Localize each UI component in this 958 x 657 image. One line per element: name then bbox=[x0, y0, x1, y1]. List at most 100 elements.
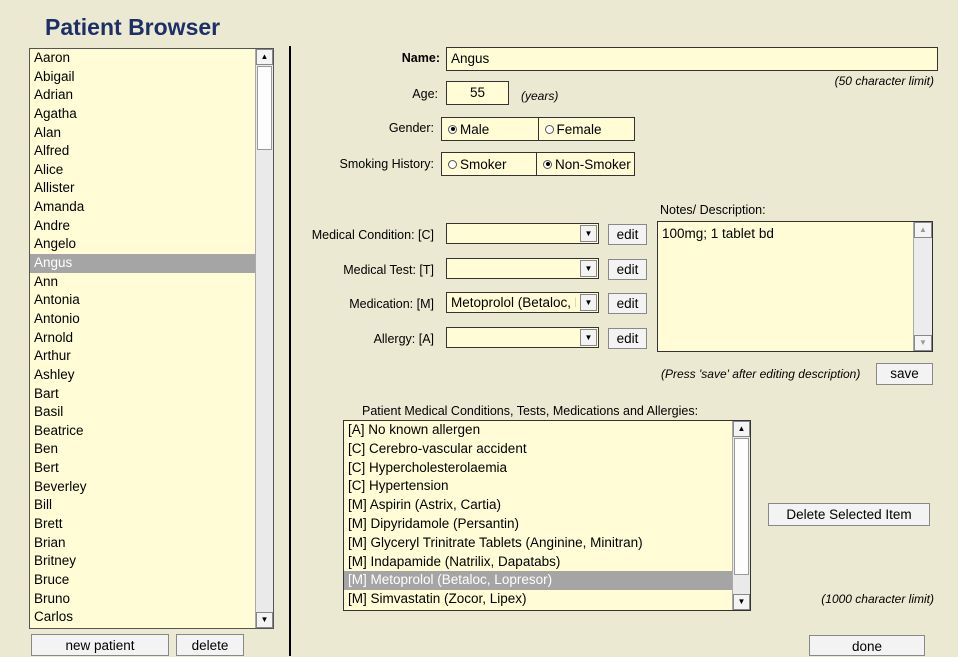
allergy-edit-button[interactable]: edit bbox=[608, 328, 647, 349]
patient-item-row[interactable]: [M] Dipyridamole (Persantin) bbox=[344, 515, 732, 534]
age-unit: (years) bbox=[521, 89, 559, 103]
gender-radio-group[interactable]: Male Female bbox=[441, 117, 635, 141]
patient-list-item[interactable]: Abigail bbox=[30, 68, 255, 87]
patient-list-item[interactable]: Andre bbox=[30, 217, 255, 236]
scroll-thumb[interactable] bbox=[257, 66, 272, 150]
scroll-thumb[interactable] bbox=[734, 438, 749, 575]
patient-item-row[interactable]: [C] Cerebro-vascular accident bbox=[344, 440, 732, 459]
patient-list-item[interactable]: Ann bbox=[30, 273, 255, 292]
page-title: Patient Browser bbox=[45, 14, 221, 40]
scroll-down-arrow-icon[interactable]: ▼ bbox=[256, 612, 273, 628]
patient-list-item[interactable]: Amanda bbox=[30, 198, 255, 217]
patient-list-item[interactable]: Basil bbox=[30, 403, 255, 422]
test-dropdown[interactable]: ▼ bbox=[446, 258, 599, 279]
patient-list-item[interactable]: Alfred bbox=[30, 142, 255, 161]
medication-edit-button[interactable]: edit bbox=[608, 293, 647, 314]
scroll-up-arrow-icon[interactable]: ▲ bbox=[256, 49, 273, 65]
items-list-scrollbar[interactable]: ▲ ▼ bbox=[732, 421, 750, 610]
patient-list-item[interactable]: Bruno bbox=[30, 590, 255, 609]
patient-list-item[interactable]: Brian bbox=[30, 534, 255, 553]
condition-edit-button[interactable]: edit bbox=[608, 224, 647, 245]
done-button[interactable]: done bbox=[809, 635, 925, 656]
patient-items-list[interactable]: [A] No known allergen [C] Cerebro-vascula… bbox=[343, 420, 751, 611]
panel-divider bbox=[289, 46, 291, 656]
save-button[interactable]: save bbox=[876, 363, 933, 385]
patient-item-row[interactable]: [C] Hypertension bbox=[344, 477, 732, 496]
allergy-label: Allergy: [A] bbox=[373, 332, 434, 346]
chevron-down-icon[interactable]: ▼ bbox=[580, 329, 597, 346]
scroll-down-arrow-icon[interactable]: ▼ bbox=[733, 594, 750, 610]
patient-list-item[interactable]: Arnold bbox=[30, 329, 255, 348]
medication-value: Metoprolol (Betaloc, Lopresor) bbox=[451, 295, 576, 310]
notes-scrollbar[interactable]: ▲ ▼ bbox=[913, 222, 932, 351]
age-value: 55 bbox=[469, 85, 486, 100]
patient-list-item[interactable]: Beatrice bbox=[30, 422, 255, 441]
patient-list-item[interactable]: Alan bbox=[30, 124, 255, 143]
patient-item-row[interactable]: [M] Glyceryl Trinitrate Tablets (Anginin… bbox=[344, 534, 732, 553]
patient-list-item[interactable]: Bart bbox=[30, 385, 255, 404]
patient-list-item[interactable]: Brett bbox=[30, 515, 255, 534]
gender-label: Gender: bbox=[388, 121, 434, 135]
new-patient-button[interactable]: new patient bbox=[31, 634, 169, 656]
patient-list-item[interactable]: Angus bbox=[30, 254, 255, 273]
gender-male-label: Male bbox=[460, 121, 490, 137]
radio-unselected-icon bbox=[544, 124, 554, 134]
allergy-dropdown[interactable]: ▼ bbox=[446, 327, 599, 348]
chevron-down-icon[interactable]: ▼ bbox=[580, 260, 597, 277]
patient-item-row[interactable]: [M] Metoprolol (Betaloc, Lopresor) bbox=[344, 571, 732, 591]
patient-list-item[interactable]: Aaron bbox=[30, 49, 255, 68]
gender-male-option[interactable]: Male bbox=[442, 118, 538, 140]
chevron-down-icon[interactable]: ▼ bbox=[580, 225, 597, 242]
patient-list-item[interactable]: Britney bbox=[30, 552, 255, 571]
patient-list-item[interactable]: Bill bbox=[30, 496, 255, 515]
patient-list-item[interactable]: Alice bbox=[30, 161, 255, 180]
age-field[interactable]: 55 bbox=[446, 81, 509, 105]
patient-list-item[interactable]: Adrian bbox=[30, 86, 255, 105]
patient-list-item[interactable]: Arthur bbox=[30, 347, 255, 366]
chevron-down-icon[interactable]: ▼ bbox=[580, 294, 597, 311]
delete-selected-item-button[interactable]: Delete Selected Item bbox=[768, 503, 930, 526]
patient-item-row[interactable]: [C] Hypercholesterolaemia bbox=[344, 459, 732, 478]
patient-list-item[interactable]: Ben bbox=[30, 440, 255, 459]
name-field[interactable]: Angus bbox=[446, 47, 938, 71]
patient-item-row[interactable]: [M] Indapamide (Natrilix, Dapatabs) bbox=[344, 553, 732, 572]
test-label: Medical Test: [T] bbox=[343, 263, 434, 277]
patient-item-row[interactable]: [M] Simvastatin (Zocor, Lipex) bbox=[344, 590, 732, 609]
patient-list[interactable]: Aaron Abigail Adrian Agatha Alan Alfred Alice A… bbox=[29, 48, 274, 629]
smoking-smoker-option[interactable]: Smoker bbox=[442, 153, 536, 175]
patient-list-item[interactable]: Allister bbox=[30, 179, 255, 198]
age-label: Age: bbox=[412, 87, 438, 101]
patient-items-entries: [A] No known allergen [C] Cerebro-vascula… bbox=[344, 421, 732, 610]
patient-list-item[interactable]: Antonia bbox=[30, 291, 255, 310]
patient-list-item[interactable]: Ashley bbox=[30, 366, 255, 385]
delete-patient-button[interactable]: delete bbox=[176, 634, 244, 656]
patient-item-row[interactable]: [A] No known allergen bbox=[344, 421, 732, 440]
patient-list-item[interactable]: Antonio bbox=[30, 310, 255, 329]
notes-textarea[interactable]: 100mg; 1 tablet bd ▲ ▼ bbox=[657, 221, 933, 352]
medication-label: Medication: [M] bbox=[349, 297, 434, 311]
items-list-label: Patient Medical Conditions, Tests, Medic… bbox=[362, 404, 699, 418]
patient-list-item[interactable]: Bert bbox=[30, 459, 255, 478]
patient-list-item[interactable]: Agatha bbox=[30, 105, 255, 124]
test-edit-button[interactable]: edit bbox=[608, 259, 647, 280]
patient-list-item[interactable]: Bruce bbox=[30, 571, 255, 590]
patient-list-item[interactable]: Carlos bbox=[30, 608, 255, 627]
gender-female-label: Female bbox=[556, 121, 602, 137]
patient-list-scrollbar[interactable]: ▲ ▼ bbox=[255, 49, 273, 628]
patient-list-items: Aaron Abigail Adrian Agatha Alan Alfred Alice A… bbox=[30, 49, 255, 628]
smoking-radio-group[interactable]: Smoker Non-Smoker bbox=[441, 152, 635, 176]
radio-unselected-icon bbox=[448, 159, 457, 169]
smoking-nonsmoker-option[interactable]: Non-Smoker bbox=[536, 153, 634, 175]
condition-dropdown[interactable]: ▼ bbox=[446, 223, 599, 244]
radio-selected-icon bbox=[448, 124, 457, 134]
smoking-label: Smoking History: bbox=[339, 157, 434, 171]
patient-item-row[interactable]: [M] Aspirin (Astrix, Cartia) bbox=[344, 496, 732, 515]
scroll-down-arrow-icon[interactable]: ▼ bbox=[914, 335, 932, 351]
gender-female-option[interactable]: Female bbox=[537, 118, 635, 140]
patient-list-item[interactable]: Beverley bbox=[30, 478, 255, 497]
scroll-up-arrow-icon[interactable]: ▲ bbox=[914, 222, 932, 238]
patient-list-item[interactable]: Angelo bbox=[30, 235, 255, 254]
scroll-up-arrow-icon[interactable]: ▲ bbox=[733, 421, 750, 437]
medication-dropdown[interactable]: Metoprolol (Betaloc, Lopresor) ▼ bbox=[446, 292, 599, 313]
name-value: Angus bbox=[451, 51, 490, 66]
